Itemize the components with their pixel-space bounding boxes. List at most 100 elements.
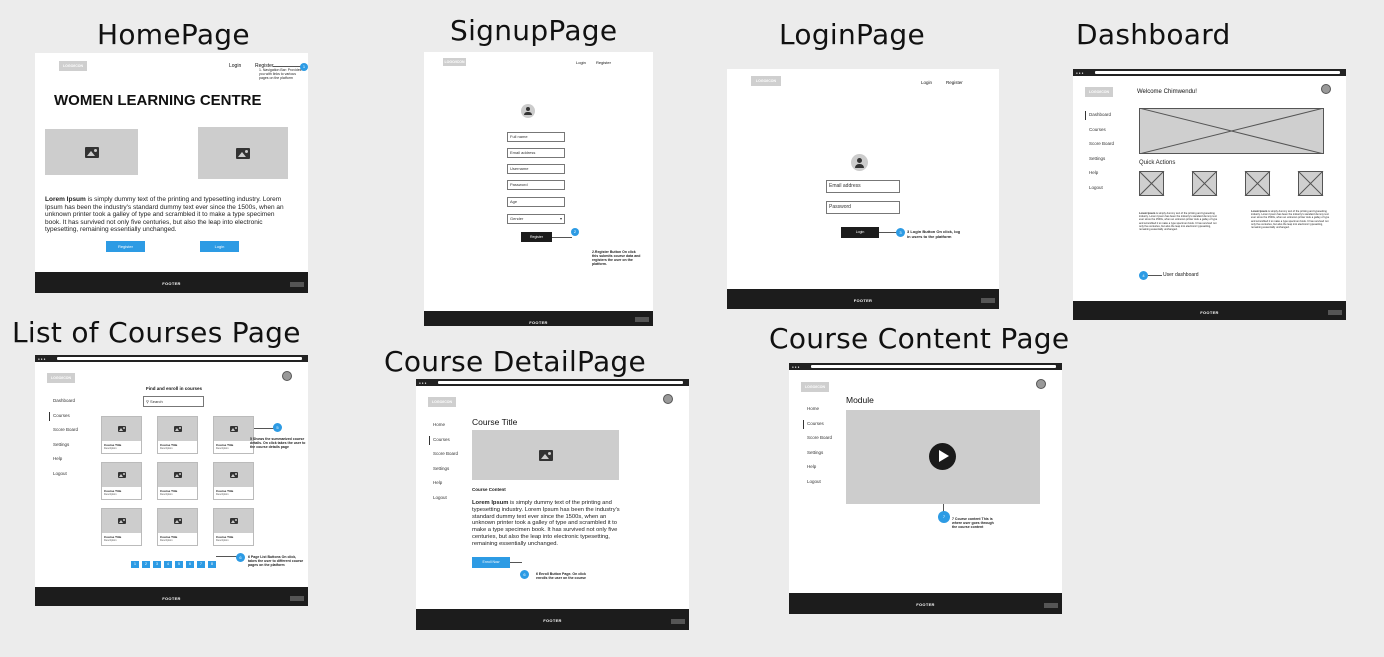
profile-avatar[interactable]: [663, 394, 673, 404]
sidebar-item-courses[interactable]: Courses: [49, 409, 78, 424]
nav-login[interactable]: Login: [229, 63, 241, 69]
logo[interactable]: LOGO/ICON: [801, 382, 829, 392]
callout-4-badge: 4: [1139, 271, 1148, 280]
footer-button[interactable]: [1044, 603, 1058, 608]
address-bar[interactable]: [438, 381, 683, 384]
callout-7-badge: 7: [938, 511, 950, 523]
course-card[interactable]: Course Title Description: [101, 508, 142, 546]
email-field[interactable]: Email address: [826, 180, 900, 193]
course-card[interactable]: Course Title Description: [213, 462, 254, 500]
pagination: 12345678: [131, 552, 219, 570]
sidebar-item-home[interactable]: Home: [803, 402, 832, 417]
sidebar-item-courses[interactable]: Courses: [429, 433, 458, 448]
footer-button[interactable]: [1328, 310, 1342, 315]
sidebar-item-help[interactable]: Help: [429, 476, 458, 491]
nav-register[interactable]: Register: [596, 60, 611, 65]
video-player[interactable]: [846, 410, 1040, 504]
course-card[interactable]: Course Title Description: [157, 416, 198, 454]
sidebar-item-dashboard[interactable]: Dashboard: [49, 394, 78, 409]
sidebar-item-settings[interactable]: Settings: [429, 462, 458, 477]
course-card-description: Description: [216, 539, 229, 542]
course-card[interactable]: Course Title Description: [157, 508, 198, 546]
callout-line: [1148, 275, 1162, 276]
address-bar[interactable]: [57, 357, 302, 360]
page-button[interactable]: 5: [175, 561, 183, 568]
nav-login[interactable]: Login: [576, 60, 586, 65]
footer-button[interactable]: [290, 282, 304, 287]
footer: FOOTER: [35, 587, 308, 606]
logo[interactable]: LOGO/ICON: [443, 58, 466, 66]
course-content-title: Course Content Page: [769, 322, 1070, 355]
enroll-button[interactable]: Enroll Now: [472, 557, 510, 568]
image-placeholder: [45, 129, 138, 175]
profile-avatar[interactable]: [1321, 84, 1331, 94]
sidebar-item-help[interactable]: Help: [803, 460, 832, 475]
footer-button[interactable]: [290, 596, 304, 601]
nav-login[interactable]: Login: [921, 80, 932, 85]
sidebar-item-logout[interactable]: Logout: [803, 475, 832, 490]
callout-7-text: 7 Course content This is where user goes…: [952, 517, 994, 530]
register-button[interactable]: Register: [521, 232, 552, 242]
login-button[interactable]: Login: [841, 227, 879, 238]
sidebar-item-home[interactable]: Home: [429, 418, 458, 433]
sidebar-item-logout[interactable]: Logout: [49, 467, 78, 482]
sidebar-item-logout[interactable]: Logout: [429, 491, 458, 506]
profile-avatar[interactable]: [1036, 379, 1046, 389]
footer-button[interactable]: [635, 317, 649, 322]
logo[interactable]: LOGO/ICON: [428, 397, 456, 407]
login-button[interactable]: Login: [200, 241, 239, 252]
fullname-field[interactable]: Full name: [507, 132, 565, 142]
profile-avatar[interactable]: [282, 371, 292, 381]
sidebar-item-settings[interactable]: Settings: [803, 446, 832, 461]
sidebar-item-help[interactable]: Help: [1085, 166, 1114, 181]
age-field[interactable]: Age: [507, 197, 565, 207]
course-card[interactable]: Course Title Description: [157, 462, 198, 500]
page-button[interactable]: 4: [164, 561, 172, 568]
sidebar-item-settings[interactable]: Settings: [1085, 152, 1114, 167]
nav-register[interactable]: Register: [946, 80, 963, 85]
address-bar[interactable]: [1095, 71, 1340, 74]
search-input[interactable]: ⚲ Search: [143, 396, 204, 407]
page-button[interactable]: 8: [208, 561, 216, 568]
sidebar-item-courses[interactable]: Courses: [803, 417, 832, 432]
page-button[interactable]: 3: [153, 561, 161, 568]
course-card[interactable]: Course Title Description: [101, 416, 142, 454]
logo[interactable]: LOGO/ICON: [751, 76, 781, 86]
password-field[interactable]: Password: [826, 201, 900, 214]
logo[interactable]: LOGO/ICON: [47, 373, 75, 383]
callout-5-badge: 5: [273, 423, 282, 432]
sidebar-item-settings[interactable]: Settings: [49, 438, 78, 453]
register-button[interactable]: Register: [106, 241, 145, 252]
footer-button[interactable]: [671, 619, 685, 624]
logo[interactable]: LOGO/ICON: [59, 61, 87, 71]
sidebar-item-help[interactable]: Help: [49, 452, 78, 467]
course-card[interactable]: Course Title Description: [213, 508, 254, 546]
course-card[interactable]: Course Title Description: [101, 462, 142, 500]
play-icon[interactable]: [929, 443, 956, 470]
sidebar-item-scoreboard[interactable]: Score Board: [1085, 137, 1114, 152]
image-icon: [538, 449, 553, 461]
logo[interactable]: LOGO/ICON: [1085, 87, 1113, 97]
callout-6-text: 6 Page List Buttons On click, takes the …: [248, 555, 304, 568]
window-controls-icon: ●●●: [419, 381, 428, 385]
password-field[interactable]: Password: [507, 180, 565, 190]
course-content-heading: Course Content: [472, 487, 506, 492]
page-button[interactable]: 7: [197, 561, 205, 568]
image-icon: [117, 426, 126, 432]
sidebar-item-scoreboard[interactable]: Score Board: [803, 431, 832, 446]
course-card[interactable]: Course Title Description: [213, 416, 254, 454]
page-button[interactable]: 6: [186, 561, 194, 568]
sidebar-item-scoreboard[interactable]: Score Board: [429, 447, 458, 462]
address-bar[interactable]: [811, 365, 1056, 368]
page-button[interactable]: 2: [142, 561, 150, 568]
username-field[interactable]: Username: [507, 164, 565, 174]
email-field[interactable]: Email address: [507, 148, 565, 158]
footer: FOOTER: [424, 311, 653, 326]
sidebar-item-courses[interactable]: Courses: [1085, 123, 1114, 138]
sidebar-item-scoreboard[interactable]: Score Board: [49, 423, 78, 438]
gender-select[interactable]: Gender ▾: [507, 214, 565, 224]
footer-button[interactable]: [981, 298, 995, 303]
page-button[interactable]: 1: [131, 561, 139, 568]
sidebar-item-dashboard[interactable]: Dashboard: [1085, 108, 1114, 123]
sidebar-item-logout[interactable]: Logout: [1085, 181, 1114, 196]
